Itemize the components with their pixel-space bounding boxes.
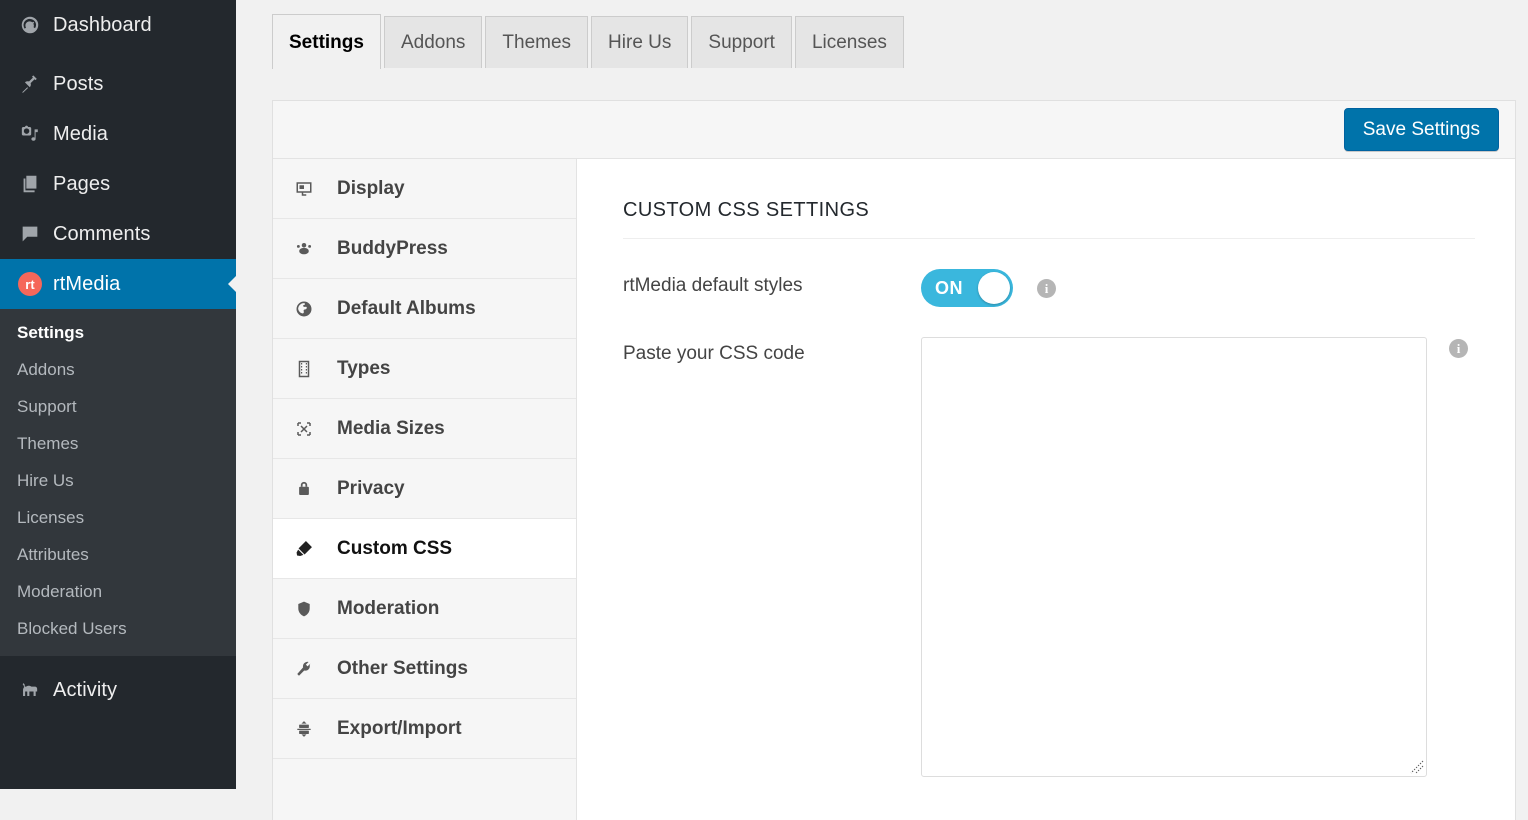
paintbrush-icon bbox=[295, 539, 337, 558]
submenu-item-licenses[interactable]: Licenses bbox=[0, 500, 236, 537]
pin-icon bbox=[12, 73, 48, 95]
sidebar-item-media[interactable]: Media bbox=[0, 109, 236, 159]
submenu-item-hire-us[interactable]: Hire Us bbox=[0, 463, 236, 500]
shield-icon bbox=[295, 600, 337, 618]
submenu-item-moderation[interactable]: Moderation bbox=[0, 574, 236, 611]
settings-nav-item-export-import[interactable]: Export/Import bbox=[273, 699, 576, 759]
rtmedia-default-styles-toggle[interactable]: ON bbox=[921, 269, 1013, 307]
panel-body: Display BuddyPress Def bbox=[273, 159, 1515, 820]
save-settings-button[interactable]: Save Settings bbox=[1344, 108, 1499, 152]
settings-nav-label: Export/Import bbox=[337, 718, 462, 740]
sidebar-item-dashboard[interactable]: Dashboard bbox=[0, 0, 236, 50]
settings-nav-label: BuddyPress bbox=[337, 238, 448, 260]
tab-hire-us[interactable]: Hire Us bbox=[591, 16, 688, 68]
settings-nav-label: Other Settings bbox=[337, 658, 468, 680]
settings-content: Custom CSS Settings rtMedia default styl… bbox=[577, 159, 1515, 820]
sidebar-item-posts[interactable]: Posts bbox=[0, 59, 236, 109]
sidebar-divider bbox=[0, 50, 236, 59]
sidebar-divider bbox=[0, 656, 236, 665]
settings-nav-item-buddypress[interactable]: BuddyPress bbox=[273, 219, 576, 279]
submenu-item-settings[interactable]: Settings bbox=[0, 315, 236, 352]
field-label-css-code: Paste your CSS code bbox=[623, 337, 921, 365]
settings-nav-tail bbox=[273, 759, 576, 819]
monitor-icon bbox=[295, 180, 337, 198]
css-code-textarea[interactable] bbox=[921, 337, 1427, 777]
page-tabs: Settings Addons Themes Hire Us Support L… bbox=[272, 14, 907, 68]
sidebar-item-label: Activity bbox=[48, 679, 117, 702]
field-label-default-styles: rtMedia default styles bbox=[623, 269, 921, 297]
info-slot-css-code: i bbox=[1449, 337, 1468, 358]
sidebar-item-activity[interactable]: Activity bbox=[0, 665, 236, 715]
rtmedia-icon: rt bbox=[12, 272, 48, 296]
settings-nav-item-default-albums[interactable]: Default Albums bbox=[273, 279, 576, 339]
submenu-item-support[interactable]: Support bbox=[0, 389, 236, 426]
activity-icon bbox=[12, 679, 48, 701]
settings-nav-label: Privacy bbox=[337, 478, 405, 500]
sidebar-item-label: Comments bbox=[48, 223, 151, 246]
sidebar-item-pages[interactable]: Pages bbox=[0, 159, 236, 209]
toggle-state-label: ON bbox=[935, 279, 963, 297]
comments-icon bbox=[12, 223, 48, 245]
submenu-item-attributes[interactable]: Attributes bbox=[0, 537, 236, 574]
resize-icon bbox=[295, 420, 337, 438]
settings-nav-label: Custom CSS bbox=[337, 538, 452, 560]
sidebar-item-label: Pages bbox=[48, 173, 110, 196]
sidebar-item-label: Posts bbox=[48, 73, 104, 96]
settings-panel: Save Settings Display bbox=[272, 100, 1516, 820]
settings-nav-item-custom-css[interactable]: Custom CSS bbox=[273, 519, 576, 579]
sidebar-item-label: Media bbox=[48, 123, 108, 146]
tab-licenses[interactable]: Licenses bbox=[795, 16, 904, 68]
globe-icon bbox=[295, 300, 337, 318]
settings-nav-item-privacy[interactable]: Privacy bbox=[273, 459, 576, 519]
tab-settings[interactable]: Settings bbox=[272, 14, 381, 69]
info-icon[interactable]: i bbox=[1037, 279, 1056, 298]
export-import-icon bbox=[295, 720, 337, 738]
tab-support[interactable]: Support bbox=[691, 16, 792, 68]
rtmedia-submenu: Settings Addons Support Themes Hire Us L… bbox=[0, 309, 236, 656]
wrench-icon bbox=[295, 660, 337, 678]
settings-nav-label: Display bbox=[337, 178, 405, 200]
admin-sidebar: Dashboard Posts Media Pages bbox=[0, 0, 236, 789]
settings-nav-item-types[interactable]: Types bbox=[273, 339, 576, 399]
filmstrip-icon bbox=[295, 360, 337, 378]
buddypress-icon bbox=[295, 240, 337, 258]
sidebar-item-label: Dashboard bbox=[48, 14, 152, 37]
settings-nav-item-other-settings[interactable]: Other Settings bbox=[273, 639, 576, 699]
settings-nav-label: Default Albums bbox=[337, 298, 476, 320]
panel-header: Save Settings bbox=[273, 101, 1515, 159]
toggle-knob bbox=[978, 272, 1010, 304]
info-slot-default-styles: i bbox=[1037, 269, 1056, 298]
settings-nav-label: Types bbox=[337, 358, 391, 380]
section-title: Custom CSS Settings bbox=[623, 199, 1475, 239]
submenu-item-addons[interactable]: Addons bbox=[0, 352, 236, 389]
settings-nav-label: Media Sizes bbox=[337, 418, 445, 440]
field-default-styles: rtMedia default styles ON i bbox=[623, 269, 1515, 307]
settings-nav-label: Moderation bbox=[337, 598, 439, 620]
dashboard-icon bbox=[12, 14, 48, 36]
settings-nav-item-display[interactable]: Display bbox=[273, 159, 576, 219]
lock-icon bbox=[295, 480, 337, 498]
field-css-code: Paste your CSS code i bbox=[623, 337, 1515, 777]
tab-themes[interactable]: Themes bbox=[485, 16, 588, 68]
rtmedia-badge: rt bbox=[18, 272, 42, 296]
sidebar-item-comments[interactable]: Comments bbox=[0, 209, 236, 259]
settings-nav-item-moderation[interactable]: Moderation bbox=[273, 579, 576, 639]
info-icon[interactable]: i bbox=[1449, 339, 1468, 358]
settings-nav-item-media-sizes[interactable]: Media Sizes bbox=[273, 399, 576, 459]
media-icon bbox=[12, 123, 48, 145]
sidebar-item-rtmedia[interactable]: rt rtMedia bbox=[0, 259, 236, 309]
settings-nav: Display BuddyPress Def bbox=[273, 159, 577, 820]
css-textarea-wrap bbox=[921, 337, 1427, 777]
sidebar-item-label: rtMedia bbox=[48, 273, 120, 296]
tab-addons[interactable]: Addons bbox=[384, 16, 482, 68]
submenu-item-themes[interactable]: Themes bbox=[0, 426, 236, 463]
submenu-item-blocked-users[interactable]: Blocked Users bbox=[0, 611, 236, 648]
pages-icon bbox=[12, 173, 48, 195]
